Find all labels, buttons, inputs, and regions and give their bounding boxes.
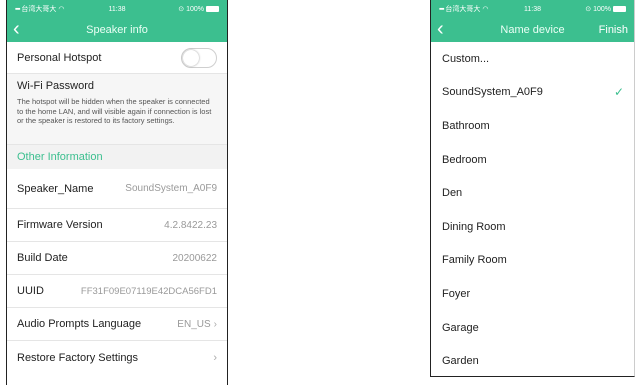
device-name-option[interactable]: Den <box>431 176 634 210</box>
audio-prompts-language-row[interactable]: Audio Prompts Language EN_US › <box>7 308 227 341</box>
device-name-list: Custom... SoundSystem_A0F9 ✓ Bathroom Bedroo… <box>431 42 634 376</box>
build-date-value: 20200622 <box>172 252 218 264</box>
wifi-password-description: The hotspot will be hidden when the spea… <box>17 97 212 125</box>
battery-icon <box>206 6 219 13</box>
firmware-version-row: Firmware Version 4.2.8422.23 <box>7 209 227 242</box>
carrier-signal: ▪▪▪ 台湾大哥大 ◠ <box>15 4 64 14</box>
personal-hotspot-toggle[interactable] <box>181 47 217 68</box>
restore-factory-settings-label: Restore Factory Settings <box>17 351 139 364</box>
restore-factory-settings-row[interactable]: Restore Factory Settings › <box>7 341 227 374</box>
device-name-option[interactable]: Family Room <box>431 244 634 278</box>
device-name-option-label: Foyer <box>442 287 471 300</box>
audio-prompts-language-value-wrap: EN_US › <box>177 319 217 330</box>
signal-icon: ▪▪▪ <box>439 6 445 13</box>
personal-hotspot-row: Personal Hotspot <box>7 42 227 74</box>
speaker-name-label: Speaker_Name <box>17 182 94 195</box>
signal-icon: ▪▪▪ <box>15 6 21 13</box>
uuid-row: UUID FF31F09E07119E42DCA56FD1 <box>7 275 227 308</box>
toggle-knob <box>183 49 199 66</box>
nav-bar: ‹ Speaker info <box>7 18 227 42</box>
nav-bar: ‹ Name device Finish <box>431 18 634 42</box>
device-name-option-label: Dining Room <box>442 220 506 233</box>
chevron-right-icon: › <box>213 351 217 364</box>
device-name-option[interactable]: Garden <box>431 344 634 376</box>
other-information-header: Other Information <box>7 145 227 169</box>
battery-percent: 100% <box>186 6 204 13</box>
wifi-icon: ◠ <box>482 6 489 13</box>
device-name-option[interactable]: Garage <box>431 311 634 345</box>
device-name-option[interactable]: Bathroom <box>431 109 634 143</box>
uuid-value: FF31F09E07119E42DCA56FD1 <box>80 285 217 297</box>
device-name-option-label: Bedroom <box>442 153 487 166</box>
page-title: Speaker info <box>86 24 148 36</box>
alarm-icon: ⊙ <box>178 6 185 13</box>
battery-indicator: ⊙ 100% <box>178 5 219 13</box>
build-date-label: Build Date <box>17 252 68 264</box>
wifi-password-title: Wi-Fi Password <box>17 80 95 92</box>
device-name-option-label: SoundSystem_A0F9 <box>442 86 543 99</box>
device-name-option[interactable]: Bedroom <box>431 143 634 177</box>
carrier-signal: ▪▪▪ 台湾大哥大 ◠ <box>439 4 488 14</box>
device-name-option[interactable]: Foyer <box>431 277 634 311</box>
device-name-option[interactable]: SoundSystem_A0F9 ✓ <box>431 76 634 110</box>
audio-prompts-language-value: EN_US <box>177 318 211 330</box>
battery-indicator: ⊙ 100% <box>585 5 626 13</box>
battery-icon <box>613 6 626 13</box>
build-date-row: Build Date 20200622 <box>7 242 227 275</box>
speaker-name-value: SoundSystem_A0F9 <box>125 183 217 194</box>
device-name-option-label: Family Room <box>442 254 507 267</box>
speaker-name-row[interactable]: Speaker_Name SoundSystem_A0F9 <box>7 169 227 209</box>
carrier-label: 台湾大哥大 <box>21 6 57 13</box>
device-name-option-label: Garden <box>442 355 479 368</box>
back-chevron-icon[interactable]: ‹ <box>13 19 20 39</box>
device-name-option-label: Custom... <box>442 52 490 65</box>
audio-prompts-language-label: Audio Prompts Language <box>17 318 142 330</box>
wifi-password-block: Wi-Fi Password The hotspot will be hidde… <box>7 74 227 145</box>
status-bar: ▪▪▪ 台湾大哥大 ◠ 11:38 ⊙ 100% <box>431 0 634 18</box>
checkmark-icon: ✓ <box>613 85 624 100</box>
device-name-option-label: Bathroom <box>442 119 490 132</box>
firmware-version-label: Firmware Version <box>17 219 103 231</box>
status-bar: ▪▪▪ 台湾大哥大 ◠ 11:38 ⊙ 100% <box>7 0 227 18</box>
device-name-option[interactable]: Dining Room <box>431 210 634 244</box>
personal-hotspot-label: Personal Hotspot <box>17 51 102 64</box>
uuid-label: UUID <box>17 285 44 297</box>
finish-button[interactable]: Finish <box>599 24 628 36</box>
alarm-icon: ⊙ <box>585 6 592 13</box>
device-name-option-label: Garage <box>442 321 479 334</box>
chevron-right-icon: › <box>213 318 217 330</box>
back-chevron-icon[interactable]: ‹ <box>437 19 444 39</box>
battery-percent: 100% <box>593 6 611 13</box>
firmware-version-value: 4.2.8422.23 <box>164 219 217 231</box>
device-name-option-label: Den <box>442 187 463 200</box>
name-device-screen: ▪▪▪ 台湾大哥大 ◠ 11:38 ⊙ 100% ‹ Name device F… <box>430 0 635 377</box>
speaker-info-screen: ▪▪▪ 台湾大哥大 ◠ 11:38 ⊙ 100% ‹ Speaker info … <box>6 0 228 385</box>
wifi-icon: ◠ <box>58 6 65 13</box>
device-name-option[interactable]: Custom... <box>431 42 634 76</box>
carrier-label: 台湾大哥大 <box>445 6 481 13</box>
